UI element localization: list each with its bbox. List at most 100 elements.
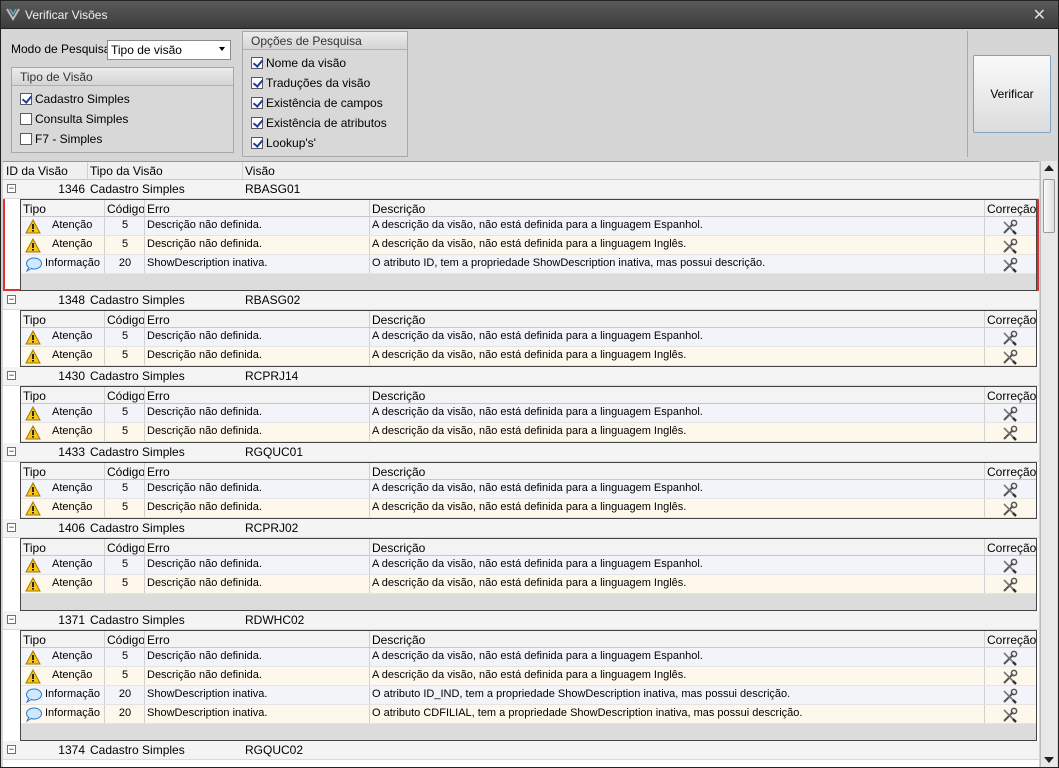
view-row[interactable]: − 1346 Cadastro Simples RBASG01 (3, 180, 1039, 199)
detail-col-tipo[interactable]: Tipo (23, 389, 46, 403)
detail-col-descricao[interactable]: Descrição (372, 633, 425, 647)
scroll-thumb[interactable] (1043, 179, 1055, 233)
wrench-screwdriver-icon[interactable] (1001, 330, 1018, 347)
issue-row[interactable]: Atenção 5 Descrição não definida. A descriç… (21, 236, 1036, 255)
checkbox-icon[interactable] (251, 117, 263, 129)
collapse-icon[interactable]: − (7, 371, 16, 380)
checkbox-icon[interactable] (251, 97, 263, 109)
checkbox-icon[interactable] (20, 93, 32, 105)
view-row[interactable]: − 1430 Cadastro Simples RCPRJ14 (3, 367, 1039, 386)
collapse-icon[interactable]: − (7, 615, 16, 624)
wrench-screwdriver-icon[interactable] (1001, 349, 1018, 366)
view-row[interactable]: − 1406 Cadastro Simples RCPRJ02 (3, 519, 1039, 538)
view-row[interactable]: − 1371 Cadastro Simples RDWHC02 (3, 611, 1039, 630)
collapse-icon[interactable]: − (7, 184, 16, 193)
col-header-id[interactable]: ID da Visão (6, 164, 68, 178)
search-option-checkbox-2[interactable]: Existência de campos (251, 95, 383, 111)
detail-col-correcao[interactable]: Correção (987, 202, 1036, 216)
issue-row[interactable]: Atenção 5 Descrição não definida. A descriç… (21, 217, 1036, 236)
scroll-up-icon[interactable] (1044, 165, 1054, 171)
search-option-checkbox-4[interactable]: Lookup's' (251, 135, 316, 151)
issue-row[interactable]: Informação 20 ShowDescription inativa. O at… (21, 255, 1036, 274)
detail-col-codigo[interactable]: Código (107, 389, 145, 403)
wrench-screwdriver-icon[interactable] (1001, 425, 1018, 442)
view-row[interactable]: − 1374 Cadastro Simples RGQUC02 (3, 741, 1039, 760)
issue-row[interactable]: Atenção 5 Descrição não definida. A descriç… (21, 667, 1036, 686)
detail-col-descricao[interactable]: Descrição (372, 541, 425, 555)
collapse-icon[interactable]: − (7, 745, 16, 754)
detail-col-tipo[interactable]: Tipo (23, 541, 46, 555)
wrench-screwdriver-icon[interactable] (1001, 501, 1018, 518)
search-mode-select[interactable]: Tipo de visão (107, 40, 231, 60)
detail-col-correcao[interactable]: Correção (987, 313, 1036, 327)
collapse-icon[interactable]: − (7, 447, 16, 456)
wrench-screwdriver-icon[interactable] (1001, 688, 1018, 705)
issue-row[interactable]: Atenção 5 Descrição não definida. A descriç… (21, 575, 1036, 594)
detail-col-erro[interactable]: Erro (147, 465, 170, 479)
collapse-icon[interactable]: − (7, 523, 16, 532)
detail-col-erro[interactable]: Erro (147, 633, 170, 647)
wrench-screwdriver-icon[interactable] (1001, 558, 1018, 575)
detail-col-codigo[interactable]: Código (107, 541, 145, 555)
wrench-screwdriver-icon[interactable] (1001, 482, 1018, 499)
checkbox-icon[interactable] (251, 137, 263, 149)
detail-col-codigo[interactable]: Código (107, 633, 145, 647)
issue-row[interactable]: Atenção 5 Descrição não definida. A descriç… (21, 499, 1036, 518)
detail-col-tipo[interactable]: Tipo (23, 313, 46, 327)
issue-row[interactable]: Atenção 5 Descrição não definida. A descriç… (21, 347, 1036, 366)
detail-col-erro[interactable]: Erro (147, 389, 170, 403)
col-header-view[interactable]: Visão (245, 164, 275, 178)
detail-col-tipo[interactable]: Tipo (23, 465, 46, 479)
detail-col-tipo[interactable]: Tipo (23, 633, 46, 647)
issue-row[interactable]: Atenção 5 Descrição não definida. A descriç… (21, 328, 1036, 347)
issue-row[interactable]: Atenção 5 Descrição não definida. A descriç… (21, 648, 1036, 667)
detail-col-descricao[interactable]: Descrição (372, 202, 425, 216)
wrench-screwdriver-icon[interactable] (1001, 219, 1018, 236)
wrench-screwdriver-icon[interactable] (1001, 669, 1018, 686)
detail-col-correcao[interactable]: Correção (987, 465, 1036, 479)
detail-col-correcao[interactable]: Correção (987, 541, 1036, 555)
detail-col-codigo[interactable]: Código (107, 313, 145, 327)
view-type-checkbox-1[interactable]: Consulta Simples (20, 111, 128, 127)
collapse-icon[interactable]: − (7, 295, 16, 304)
col-header-type[interactable]: Tipo da Visão (90, 164, 163, 178)
checkbox-icon[interactable] (251, 77, 263, 89)
checkbox-icon[interactable] (20, 133, 32, 145)
detail-col-descricao[interactable]: Descrição (372, 313, 425, 327)
issue-row[interactable]: Informação 20 ShowDescription inativa. O at… (21, 686, 1036, 705)
detail-col-descricao[interactable]: Descrição (372, 389, 425, 403)
issue-row[interactable]: Atenção 5 Descrição não definida. A descriç… (21, 480, 1036, 499)
view-row[interactable]: − 1433 Cadastro Simples RGQUC01 (3, 443, 1039, 462)
checkbox-icon[interactable] (20, 113, 32, 125)
detail-col-correcao[interactable]: Correção (987, 389, 1036, 403)
wrench-screwdriver-icon[interactable] (1001, 406, 1018, 423)
verify-button[interactable]: Verificar (973, 55, 1051, 133)
wrench-screwdriver-icon[interactable] (1001, 238, 1018, 255)
detail-col-correcao[interactable]: Correção (987, 633, 1036, 647)
detail-col-codigo[interactable]: Código (107, 465, 145, 479)
search-option-checkbox-1[interactable]: Traduções da visão (251, 75, 370, 91)
detail-col-erro[interactable]: Erro (147, 313, 170, 327)
scroll-down-icon[interactable] (1044, 757, 1054, 763)
issue-row[interactable]: Atenção 5 Descrição não definida. A descriç… (21, 423, 1036, 442)
detail-col-erro[interactable]: Erro (147, 541, 170, 555)
wrench-screwdriver-icon[interactable] (1001, 650, 1018, 667)
search-option-checkbox-3[interactable]: Existência de atributos (251, 115, 387, 131)
issue-row[interactable]: Atenção 5 Descrição não definida. A descriç… (21, 404, 1036, 423)
view-row[interactable]: − 1348 Cadastro Simples RBASG02 (3, 291, 1039, 310)
wrench-screwdriver-icon[interactable] (1001, 257, 1018, 274)
detail-col-tipo[interactable]: Tipo (23, 202, 46, 216)
detail-col-descricao[interactable]: Descrição (372, 465, 425, 479)
view-type-checkbox-0[interactable]: Cadastro Simples (20, 91, 130, 107)
view-type-checkbox-2[interactable]: F7 - Simples (20, 131, 102, 147)
close-icon[interactable]: ✕ (1033, 5, 1046, 24)
wrench-screwdriver-icon[interactable] (1001, 707, 1018, 724)
wrench-screwdriver-icon[interactable] (1001, 577, 1018, 594)
detail-col-codigo[interactable]: Código (107, 202, 145, 216)
issue-row[interactable]: Informação 20 ShowDescription inativa. O at… (21, 705, 1036, 724)
checkbox-icon[interactable] (251, 57, 263, 69)
detail-col-erro[interactable]: Erro (147, 202, 170, 216)
vertical-scrollbar[interactable] (1040, 161, 1057, 767)
issue-row[interactable]: Atenção 5 Descrição não definida. A descriç… (21, 556, 1036, 575)
search-option-checkbox-0[interactable]: Nome da visão (251, 55, 346, 71)
